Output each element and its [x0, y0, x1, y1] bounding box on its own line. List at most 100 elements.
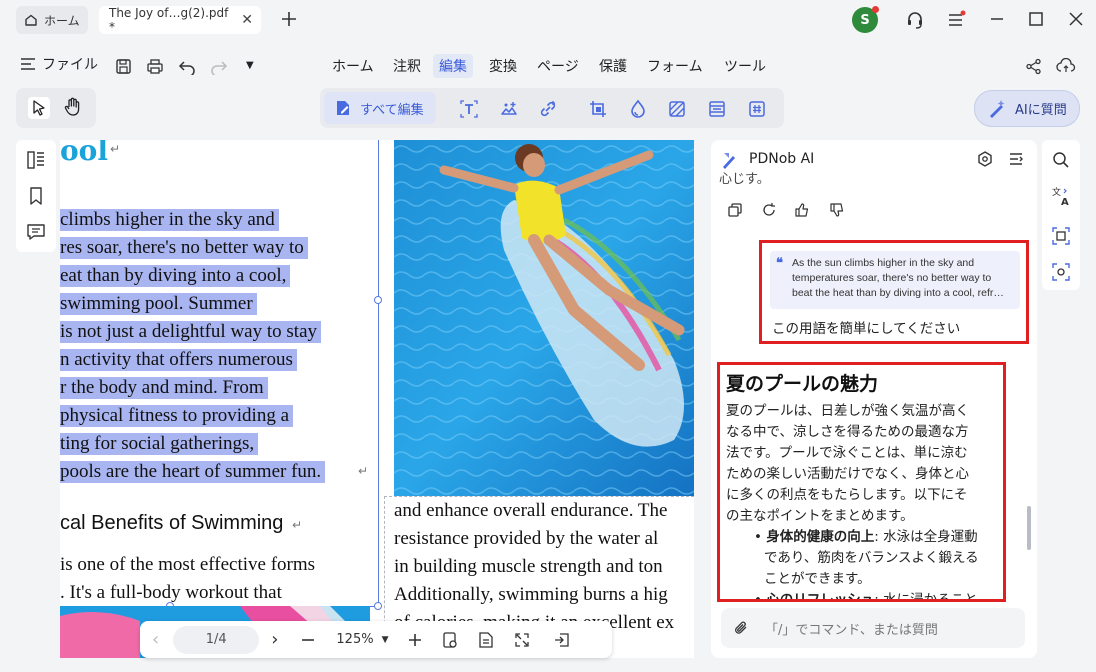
response-bullet: • 身体的健康の向上: 水泳は全身運動 — [754, 529, 978, 545]
selected-text-line[interactable]: pools are the heart of summer fun. — [60, 461, 326, 483]
zoom-in-icon[interactable] — [407, 632, 423, 648]
attach-icon[interactable] — [733, 620, 749, 636]
selected-text-line[interactable]: is not just a delightful way to stay — [60, 321, 322, 343]
selected-text-line[interactable]: swimming pool. Summer — [60, 293, 257, 315]
menu-annotate[interactable]: 注釈 — [387, 54, 427, 78]
resize-handle[interactable] — [374, 602, 382, 610]
crop-page-icon[interactable] — [587, 98, 609, 120]
response-line: なる中で、涼しさを得るための最適な方 — [726, 424, 969, 440]
body-text-line[interactable]: resistance provided by the water al — [394, 525, 658, 553]
collapse-panel-icon[interactable] — [553, 631, 571, 649]
menu-form[interactable]: フォーム — [641, 54, 709, 78]
section-title[interactable]: cal Benefits of Swimming — [60, 512, 283, 535]
maximize-icon[interactable] — [1027, 10, 1045, 28]
body-text-line[interactable]: and enhance overall endurance. The — [394, 497, 667, 525]
close-tab-icon[interactable]: ✕ — [241, 12, 253, 28]
paragraph-mark-icon: ↵ — [110, 142, 121, 156]
tab-home-label: ホーム — [44, 13, 80, 28]
screenshot-icon[interactable] — [1051, 262, 1071, 282]
comment-icon[interactable] — [26, 222, 46, 242]
selected-text-line[interactable]: ting for social gatherings, — [60, 433, 259, 455]
menu-protect[interactable]: 保護 — [593, 54, 633, 78]
minimize-icon[interactable] — [988, 10, 1006, 28]
headset-icon[interactable] — [905, 10, 925, 30]
watermark-icon[interactable] — [627, 98, 649, 120]
chevron-down-icon[interactable]: ▼ — [246, 60, 254, 71]
chevron-down-icon[interactable]: ▼ — [382, 635, 389, 645]
read-mode-icon[interactable] — [441, 631, 459, 649]
undo-icon[interactable] — [178, 58, 196, 75]
thumbs-down-icon[interactable] — [829, 202, 845, 218]
new-tab-icon[interactable] — [280, 10, 298, 28]
tab-document-label: The Joy of…g(2).pdf * — [109, 6, 229, 34]
bates-number-icon[interactable] — [746, 98, 768, 120]
menu-page[interactable]: ページ — [531, 54, 585, 78]
paragraph-mark-icon: ↵ — [292, 518, 303, 532]
zoom-out-icon[interactable] — [300, 632, 316, 648]
resize-handle[interactable] — [374, 296, 382, 304]
menu-home[interactable]: ホーム — [326, 54, 380, 78]
response-line: ことができます。 — [764, 571, 871, 587]
next-page-icon[interactable]: › — [271, 629, 278, 650]
text-box-border — [378, 140, 379, 606]
ai-chat-input[interactable]: 「/」でコマンド、または質問 — [721, 608, 1025, 648]
ask-ai-button[interactable]: AIに質問 — [974, 90, 1080, 127]
pointer-icon[interactable] — [28, 97, 50, 119]
body-text-line[interactable]: Additionally, swimming burns a hig — [394, 581, 668, 609]
tab-home[interactable]: ホーム — [16, 6, 88, 34]
selected-text-line[interactable]: res soar, there's no better way to — [60, 237, 308, 259]
page-navigation-bar: ‹ 1/4 › 125% ▼ — [140, 621, 612, 658]
add-image-icon[interactable] — [498, 98, 520, 120]
notification-dot — [872, 6, 879, 13]
translate-icon[interactable]: 文A — [1051, 186, 1071, 206]
add-link-icon[interactable] — [537, 98, 559, 120]
hamburger-icon — [20, 57, 36, 71]
zoom-level[interactable]: 125% — [336, 632, 373, 647]
selected-text-line[interactable]: eat than by diving into a cool, — [60, 265, 291, 287]
ai-panel-scrollbar[interactable] — [1027, 506, 1031, 550]
page-layout-icon[interactable] — [477, 631, 495, 649]
selected-text-line[interactable]: r the body and mind. From — [60, 377, 268, 399]
tab-document[interactable]: The Joy of…g(2).pdf * ✕ — [99, 6, 261, 34]
prev-page-icon[interactable]: ‹ — [152, 629, 159, 650]
bookmark-icon[interactable] — [26, 186, 46, 206]
ocr-icon[interactable] — [1051, 226, 1071, 246]
response-line: の主なポイントをまとめます。 — [726, 508, 914, 524]
thumbs-up-icon[interactable] — [794, 202, 810, 218]
panel-menu-icon[interactable] — [1007, 150, 1025, 168]
print-icon[interactable] — [146, 58, 164, 75]
avatar[interactable]: S — [852, 6, 879, 33]
header-footer-icon[interactable] — [706, 98, 728, 120]
file-menu[interactable]: ファイル — [20, 54, 98, 74]
cloud-upload-icon[interactable] — [1056, 58, 1076, 75]
copy-icon[interactable] — [727, 202, 743, 218]
search-icon[interactable] — [1051, 150, 1071, 170]
close-window-icon[interactable] — [1067, 10, 1085, 28]
menu-tools[interactable]: ツール — [718, 54, 772, 78]
page-number-input[interactable]: 1/4 — [173, 625, 260, 654]
share-icon[interactable] — [1025, 58, 1042, 75]
thumbnails-icon[interactable] — [26, 150, 46, 170]
hand-icon[interactable] — [64, 97, 82, 117]
body-text-line[interactable]: is one of the most effective forms — [60, 551, 315, 579]
redo-icon[interactable] — [210, 58, 228, 75]
selected-text-line[interactable]: climbs higher in the sky and — [60, 209, 279, 231]
regenerate-icon[interactable] — [761, 202, 777, 218]
document-view[interactable]: ool ↵ climbs higher in the sky and res s… — [60, 140, 694, 658]
add-text-icon[interactable] — [458, 98, 480, 120]
document-heading[interactable]: ool — [60, 140, 108, 167]
selected-text-line[interactable]: n activity that offers numerous — [60, 349, 297, 371]
menu-convert[interactable]: 変換 — [483, 54, 523, 78]
ai-input-placeholder: 「/」でコマンド、または質問 — [765, 622, 938, 638]
settings-icon[interactable] — [976, 150, 994, 168]
pool-photo[interactable] — [394, 140, 694, 496]
fit-page-icon[interactable] — [513, 631, 531, 649]
background-icon[interactable] — [666, 98, 688, 120]
menu-icon[interactable] — [946, 10, 966, 30]
selected-text-line[interactable]: physical fitness to providing a — [60, 405, 294, 427]
body-text-line[interactable]: in building muscle strength and ton — [394, 553, 663, 581]
edit-all-button[interactable]: すべて編集 — [324, 92, 436, 124]
menu-edit[interactable]: 編集 — [433, 54, 473, 78]
save-icon[interactable] — [115, 58, 132, 75]
ai-panel-title: PDNob AI — [749, 151, 815, 167]
